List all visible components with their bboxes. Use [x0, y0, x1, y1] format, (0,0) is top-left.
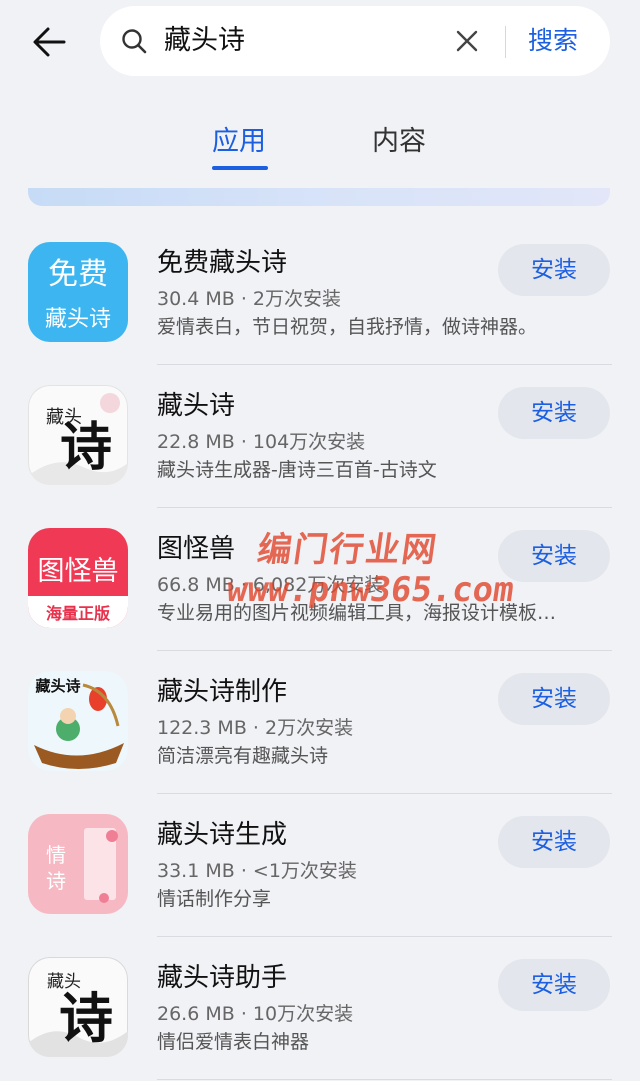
app-name: 藏头诗生成	[157, 820, 288, 850]
list-item[interactable]: 图怪兽 海量正版 图怪兽 66.8 MB · 6,082万次安装 专业易用的图片…	[0, 508, 640, 651]
icon-text-top: 免费	[48, 257, 108, 292]
app-meta: 26.6 MB · 10万次安装	[157, 1003, 354, 1025]
icon-text-bottom: 诗	[46, 869, 66, 893]
app-description: 简洁漂亮有趣藏头诗	[157, 745, 329, 767]
app-meta: 33.1 MB · <1万次安装	[157, 860, 357, 882]
app-size: 30.4 MB	[157, 288, 235, 310]
install-button[interactable]: 安装	[498, 387, 610, 439]
app-installs: 104万次安装	[252, 431, 366, 453]
app-description: 藏头诗生成器-唐诗三百首-古诗文	[157, 459, 437, 481]
app-size: 22.8 MB	[157, 431, 235, 453]
active-tab-indicator	[212, 166, 268, 170]
list-item[interactable]: 藏头 诗 藏头诗 22.8 MB · 104万次安装 藏头诗生成器-唐诗三百首-…	[0, 365, 640, 508]
app-installs: 10万次安装	[252, 1003, 354, 1025]
list-item[interactable]: 免费 藏头诗 免费藏头诗 30.4 MB · 2万次安装 爱情表白，节日祝贺，自…	[0, 222, 640, 365]
icon-text-bottom: 海量正版	[46, 604, 110, 623]
list-item[interactable]: 藏头 诗 藏头诗助手 26.6 MB · 10万次安装 情侣爱情表白神器 安装	[0, 937, 640, 1080]
search-divider	[505, 26, 506, 58]
app-meta: 22.8 MB · 104万次安装	[157, 431, 366, 453]
app-installs: 2万次安装	[265, 717, 354, 739]
install-button[interactable]: 安装	[498, 816, 610, 868]
app-installs: 6,082万次安装	[252, 574, 384, 596]
icon-text-top: 情	[46, 843, 66, 867]
search-bar[interactable]: 藏头诗 搜索	[100, 6, 610, 76]
banner[interactable]	[28, 188, 610, 206]
install-button[interactable]: 安装	[498, 244, 610, 296]
icon-text-top: 藏头诗	[35, 677, 80, 695]
app-icon[interactable]: 藏头诗	[28, 671, 128, 771]
app-icon[interactable]: 免费 藏头诗	[28, 242, 128, 342]
icon-text-bottom: 藏头诗	[45, 307, 111, 332]
app-description: 情话制作分享	[157, 888, 272, 910]
app-name: 藏头诗	[157, 391, 236, 421]
app-size: 26.6 MB	[157, 1003, 235, 1025]
app-size: 122.3 MB	[157, 717, 247, 739]
app-installs: 2万次安装	[252, 288, 341, 310]
app-description: 专业易用的图片视频编辑工具，海报设计模板…	[157, 602, 557, 624]
app-size: 66.8 MB	[157, 574, 235, 596]
divider	[157, 1079, 612, 1080]
install-button[interactable]: 安装	[498, 959, 610, 1011]
search-input[interactable]: 藏头诗	[164, 23, 245, 59]
tab-content[interactable]: 内容	[372, 124, 426, 160]
install-button[interactable]: 安装	[498, 673, 610, 725]
app-meta: 122.3 MB · 2万次安装	[157, 717, 354, 739]
tab-apps[interactable]: 应用	[212, 124, 266, 160]
app-name: 藏头诗制作	[157, 677, 288, 707]
app-icon[interactable]: 藏头 诗	[28, 385, 128, 485]
clear-icon[interactable]	[454, 28, 480, 54]
app-name: 藏头诗助手	[157, 963, 288, 993]
app-meta: 30.4 MB · 2万次安装	[157, 288, 341, 310]
icon-text-big: 诗	[60, 417, 112, 478]
app-name: 免费藏头诗	[157, 248, 288, 278]
app-icon[interactable]: 藏头 诗	[28, 957, 128, 1057]
back-arrow-icon[interactable]	[28, 20, 72, 64]
app-description: 爱情表白，节日祝贺，自我抒情，做诗神器。	[157, 316, 538, 338]
app-icon[interactable]: 图怪兽 海量正版	[28, 528, 128, 628]
search-icon	[120, 27, 148, 55]
search-button[interactable]: 搜索	[528, 24, 578, 58]
app-size: 33.1 MB	[157, 860, 235, 882]
list-item[interactable]: 藏头诗 藏头诗制作 122.3 MB · 2万次安装 简洁漂亮有趣藏头诗 安装	[0, 651, 640, 794]
app-list: 免费 藏头诗 免费藏头诗 30.4 MB · 2万次安装 爱情表白，节日祝贺，自…	[0, 222, 640, 1080]
icon-text-top: 图怪兽	[38, 556, 119, 587]
app-installs: <1万次安装	[252, 860, 357, 882]
app-meta: 66.8 MB · 6,082万次安装	[157, 574, 384, 596]
list-item[interactable]: 情 诗 藏头诗生成 33.1 MB · <1万次安装 情话制作分享 安装	[0, 794, 640, 937]
app-description: 情侣爱情表白神器	[157, 1031, 310, 1053]
icon-text-big: 诗	[59, 986, 113, 1050]
install-button[interactable]: 安装	[498, 530, 610, 582]
app-icon[interactable]: 情 诗	[28, 814, 128, 914]
app-name: 图怪兽	[157, 534, 236, 564]
